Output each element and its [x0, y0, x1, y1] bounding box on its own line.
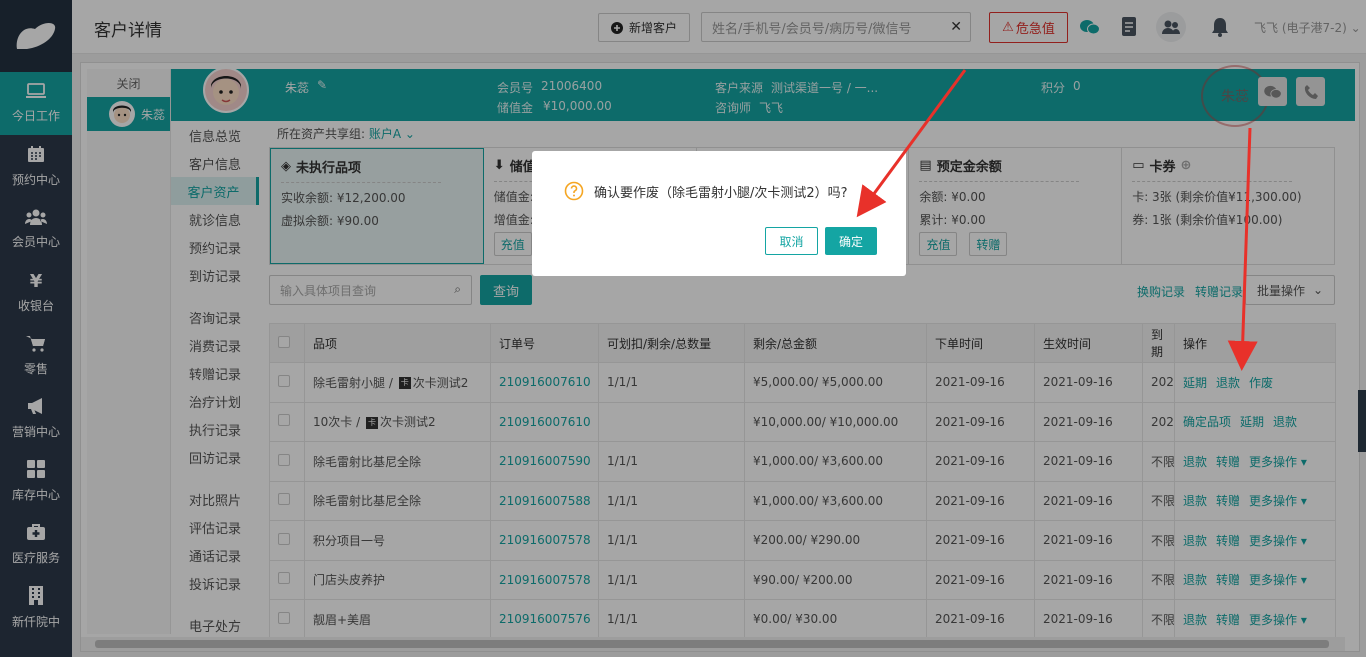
modal-overlay: [0, 0, 1366, 657]
dialog-message: 确认要作废（除毛雷射小腿/次卡测试2）吗?: [594, 185, 848, 201]
confirm-button[interactable]: 确定: [825, 227, 877, 255]
question-icon: [564, 181, 584, 201]
confirm-dialog: 确认要作废（除毛雷射小腿/次卡测试2）吗? 取消 确定: [532, 151, 906, 276]
cancel-button[interactable]: 取消: [765, 227, 818, 255]
